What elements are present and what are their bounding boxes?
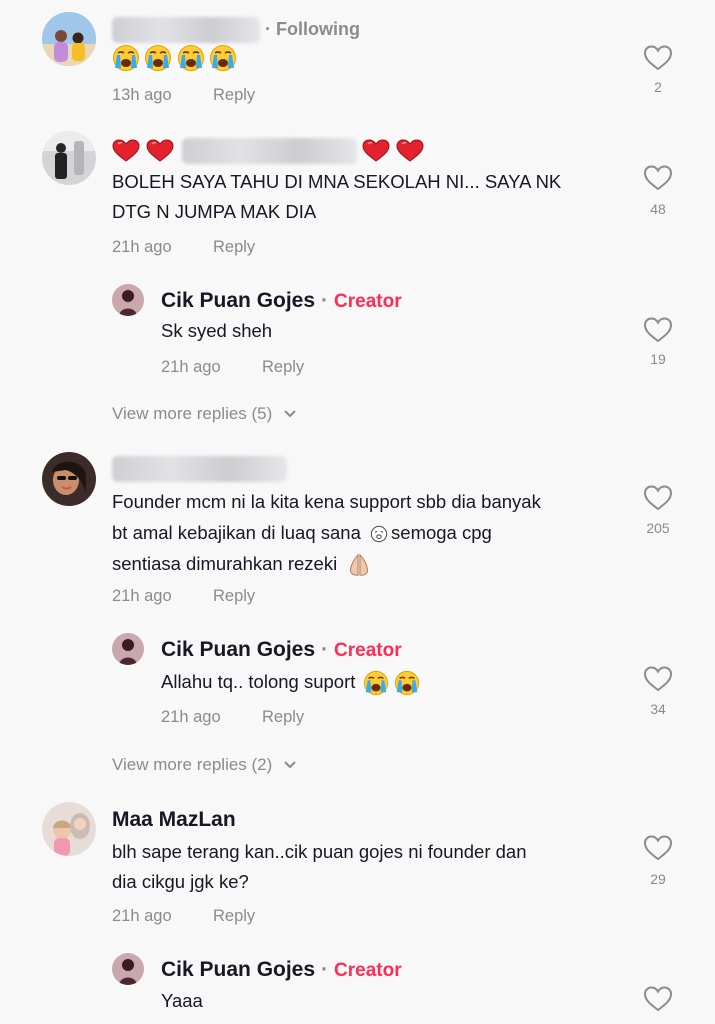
creator-author-row: Cik Puan Gojes · Creator [161, 638, 402, 661]
comment-timestamp: 21h ago [112, 238, 172, 256]
red-heart-emoji [146, 139, 174, 163]
reply-text: Allahu tq.. tolong suport [161, 666, 420, 697]
chevron-down-icon [283, 409, 297, 419]
comment-text-line: BOLEH SAYA TAHU DI MNA SEKOLAH NI... SAY… [112, 171, 562, 192]
avatar-image [42, 12, 96, 66]
like-count: 205 [646, 520, 670, 536]
avatar-image [112, 284, 144, 316]
heart-outline-icon[interactable] [643, 834, 673, 862]
avatar-image [42, 452, 96, 506]
creator-badge: Creator [334, 640, 402, 661]
avatar-image [42, 131, 96, 185]
loudly-crying-face-emoji [209, 44, 237, 72]
loudly-crying-face-emoji [394, 670, 420, 696]
reply-button[interactable]: Reply [213, 238, 255, 257]
like-count: 48 [650, 201, 666, 217]
heart-outline-icon[interactable] [643, 985, 673, 1013]
chevron-down-icon [283, 760, 297, 770]
creator-avatar[interactable] [112, 633, 144, 665]
creator-author-row: Cik Puan Gojes · Creator [161, 289, 402, 312]
heart-outline-icon[interactable] [643, 164, 673, 192]
author-name-blurred[interactable] [182, 138, 357, 164]
reply-button[interactable]: Reply [213, 907, 255, 926]
red-heart-emoji [362, 139, 390, 163]
comment-text [112, 44, 237, 72]
avatar-image [112, 633, 144, 665]
author-name-blurred[interactable] [112, 17, 260, 43]
author-name[interactable]: Cik Puan Gojes [161, 958, 315, 981]
author-name-row [112, 138, 432, 164]
like-count: 34 [650, 701, 666, 717]
avatar[interactable] [42, 802, 96, 856]
comment-timestamp: 21h ago [112, 587, 172, 605]
reply-button[interactable]: Reply [262, 708, 304, 727]
like-count: 2 [654, 79, 662, 95]
reply-text: Sk syed sheh [161, 320, 273, 341]
avatar-image [42, 802, 96, 856]
comment-text-line: DTG N JUMPA MAK DIA [112, 201, 317, 222]
author-name[interactable]: Maa MazLan [112, 808, 236, 832]
loudly-crying-face-emoji [177, 44, 205, 72]
heart-outline-icon[interactable] [643, 44, 673, 72]
loudly-crying-face-emoji [112, 44, 140, 72]
heart-outline-icon[interactable] [643, 665, 673, 693]
creator-avatar[interactable] [112, 953, 144, 985]
view-more-replies-button[interactable]: View more replies (2) [112, 755, 297, 775]
like-count: 19 [650, 351, 666, 367]
comment-text-line: Founder mcm ni la kita kena support sbb … [112, 491, 541, 512]
loudly-crying-face-emoji [144, 44, 172, 72]
folded-hands-emoji [346, 552, 372, 578]
author-name-blurred[interactable] [112, 456, 287, 482]
reply-button[interactable]: Reply [262, 358, 304, 377]
avatar[interactable] [42, 452, 96, 506]
like-count: 29 [650, 871, 666, 887]
author-name[interactable]: Cik Puan Gojes [161, 638, 315, 661]
creator-badge: Creator [334, 960, 402, 981]
reply-button[interactable]: Reply [213, 86, 255, 105]
creator-badge: Creator [334, 291, 402, 312]
avatar[interactable] [42, 131, 96, 185]
creator-author-row: Cik Puan Gojes · Creator [161, 958, 402, 981]
comment-timestamp: 13h ago [112, 86, 172, 104]
reply-text: Yaaa [161, 990, 203, 1011]
avatar[interactable] [42, 12, 96, 66]
comment-text-line: blh sape terang kan..cik puan gojes ni f… [112, 841, 527, 862]
red-heart-emoji [112, 139, 140, 163]
weary-face-emoji [370, 525, 388, 543]
reply-button[interactable]: Reply [213, 587, 255, 606]
comment-timestamp: 21h ago [112, 907, 172, 925]
reply-timestamp: 21h ago [161, 358, 221, 376]
follow-status: · Following [265, 19, 360, 39]
comment-text-line: bt amal kebajikan di luaq sana semoga cp… [112, 522, 492, 543]
avatar-image [112, 953, 144, 985]
comment-text-line: dia cikgu jgk ke? [112, 871, 249, 892]
red-heart-emoji [396, 139, 424, 163]
heart-outline-icon[interactable] [643, 484, 673, 512]
creator-avatar[interactable] [112, 284, 144, 316]
heart-outline-icon[interactable] [643, 316, 673, 344]
author-name[interactable]: Cik Puan Gojes [161, 289, 315, 312]
view-more-replies-button[interactable]: View more replies (5) [112, 404, 297, 424]
loudly-crying-face-emoji [363, 670, 389, 696]
comment-text-line: sentiasa dimurahkan rezeki [112, 548, 372, 579]
reply-timestamp: 21h ago [161, 708, 221, 726]
